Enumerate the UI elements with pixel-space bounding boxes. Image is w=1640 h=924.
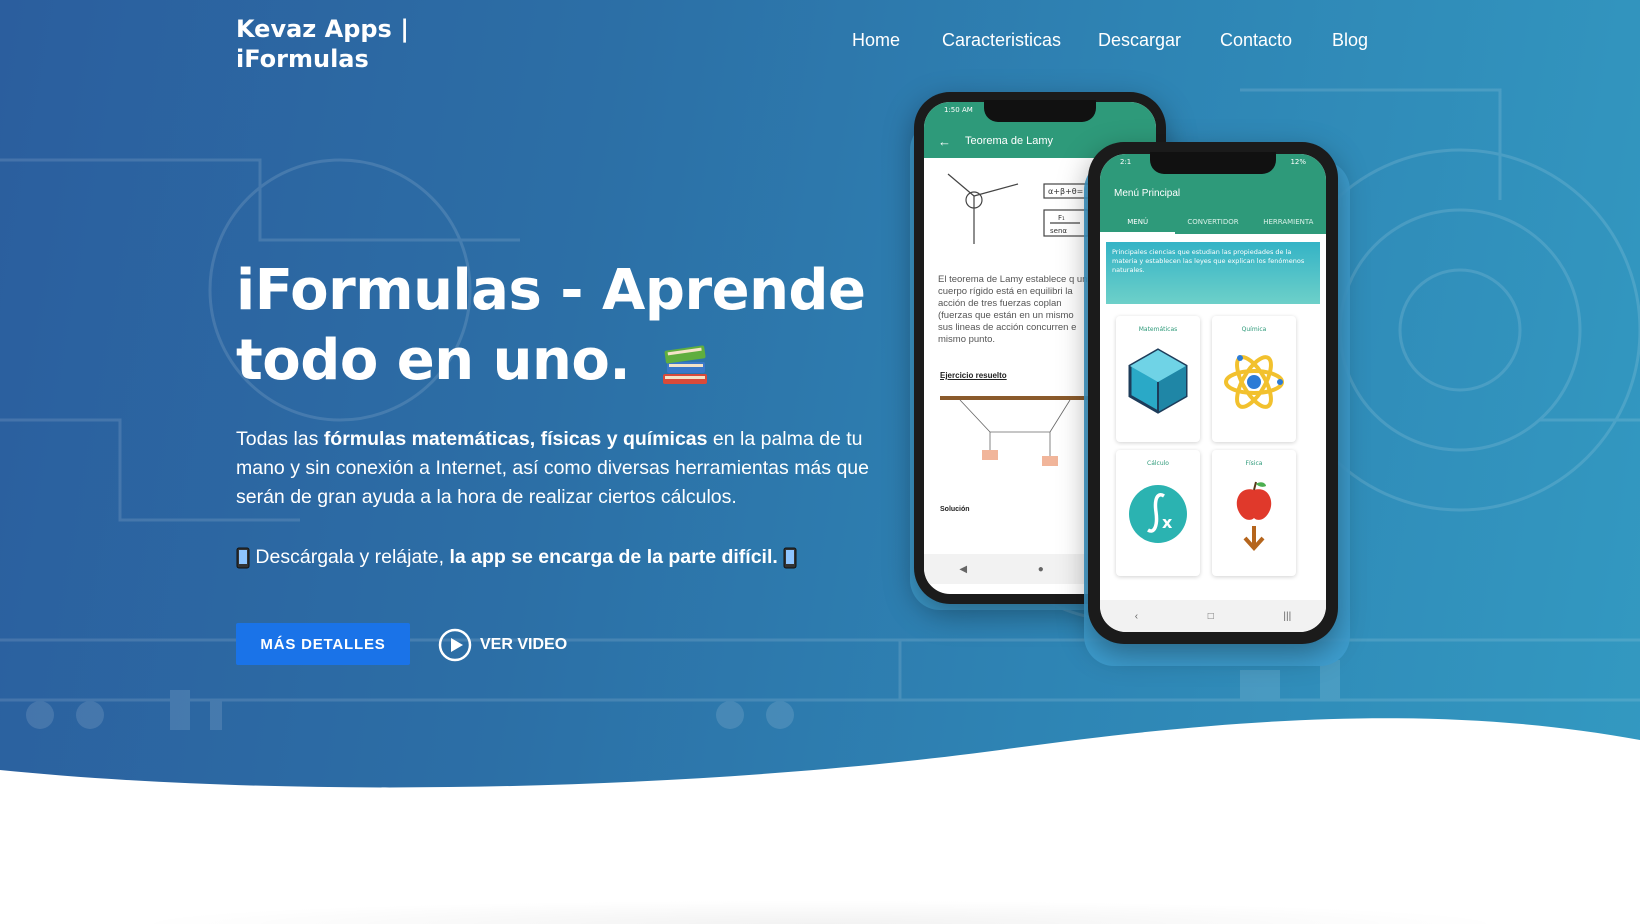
watch-video-label: VER VIDEO: [480, 636, 568, 653]
nav-descargar[interactable]: Descargar: [1098, 30, 1181, 51]
tab-herramienta[interactable]: HERRAMIENTA: [1251, 210, 1326, 234]
hero-wave-divider: [0, 718, 1640, 800]
phone-front-appbar: Menú Principal: [1100, 176, 1326, 210]
phone-front-navbar: ‹ □ |||: [1100, 600, 1326, 632]
atom-icon: [1224, 355, 1284, 409]
desc-text-1: Todas las: [236, 428, 324, 450]
tagline-bold: la app se encarga de la parte difícil.: [449, 546, 778, 568]
back-arrow-icon: ←: [938, 133, 951, 149]
phone-front-tabs: MENÚ CONVERTIDOR HERRAMIENTA: [1100, 210, 1326, 234]
phone-front-title: Menú Principal: [1114, 187, 1181, 199]
phone-back-title: Teorema de Lamy: [965, 135, 1054, 147]
more-details-button[interactable]: MÁS DETALLES: [236, 623, 410, 665]
hero-tagline: Descárgala y relájate, la app se encarga…: [236, 544, 886, 570]
card-quimica-label: Química: [1241, 326, 1267, 333]
front-status-left: 2:1: [1120, 158, 1132, 166]
books-icon: [663, 345, 708, 384]
nav-home[interactable]: Home: [852, 30, 900, 51]
desc-bold: fórmulas matemáticas, físicas y químicas: [323, 428, 708, 450]
headline-line-2: todo en uno.: [236, 328, 631, 393]
nav-blog[interactable]: Blog: [1332, 30, 1368, 51]
front-nav-recent-icon: |||: [1283, 610, 1292, 622]
mobile-phone-icon-end: [783, 547, 797, 569]
tab-menu[interactable]: MENÚ: [1100, 210, 1176, 234]
background-circuit-pattern: [0, 88, 1640, 730]
formula-sum: α+β+θ=: [1048, 187, 1083, 196]
status-time: 1:50 AM: [944, 106, 973, 114]
hero-description: Todas las fórmulas matemáticas, físicas …: [236, 425, 886, 512]
phone-front-screen: 2:1 12% Menú Principal MENÚ CONVERTIDOR …: [1100, 154, 1326, 632]
nav-contacto[interactable]: Contacto: [1220, 30, 1292, 51]
card-calculo-label: Cálculo: [1147, 460, 1169, 467]
headline-line-1: iFormulas - Aprende: [236, 258, 866, 323]
phone-front-notch: [1150, 152, 1276, 174]
front-nav-back-icon: ‹: [1134, 610, 1139, 622]
integral-icon: x: [1129, 485, 1187, 543]
nav-back-icon: ◀: [959, 563, 968, 575]
hero-headline: iFormulas - Aprende todo en uno.: [236, 256, 876, 396]
tab-convertidor[interactable]: CONVERTIDOR: [1175, 210, 1250, 234]
card-quimica[interactable]: Química: [1212, 316, 1296, 442]
apple-gravity-icon: [1236, 481, 1272, 551]
science-banner: Principales ciencias que estudian las pr…: [1106, 242, 1320, 304]
phone-back-notch: [984, 100, 1096, 122]
watch-video-button[interactable]: VER VIDEO: [438, 627, 567, 663]
hero-section: Kevaz Apps | iFormulas Home Caracteristi…: [0, 0, 1640, 800]
front-nav-home-icon: □: [1207, 610, 1214, 622]
nav-home-icon: ●: [1037, 563, 1044, 575]
card-matematicas-label: Matemáticas: [1138, 326, 1178, 333]
exercise-title: Ejercicio resuelto: [940, 371, 1007, 380]
exercise-diagram: [940, 396, 1090, 466]
section-shadow: [120, 900, 1520, 924]
mobile-phone-icon: [236, 547, 250, 569]
phone-front: 2:1 12% Menú Principal MENÚ CONVERTIDOR …: [1088, 142, 1338, 644]
play-circle-icon: [438, 628, 472, 662]
lamy-paragraph: El teorema de Lamy establece q un cuerpo…: [938, 274, 1088, 345]
tagline-text: Descárgala y relájate,: [255, 546, 450, 568]
solution-title: Solución: [940, 506, 970, 513]
main-nav: Home Caracteristicas Descargar Contacto …: [0, 30, 1640, 56]
card-matematicas[interactable]: Matemáticas: [1116, 316, 1200, 442]
card-fisica-label: Física: [1245, 460, 1263, 467]
cube-icon: [1128, 348, 1188, 414]
front-status-right: 12%: [1290, 158, 1306, 166]
integral-x: x: [1162, 513, 1173, 532]
nav-caracteristicas[interactable]: Caracteristicas: [942, 30, 1061, 51]
card-fisica[interactable]: Física: [1212, 450, 1296, 576]
formula-frac-num: F₁: [1058, 214, 1065, 222]
card-calculo[interactable]: Cálculo x: [1116, 450, 1200, 576]
formula-frac-den: senα: [1050, 227, 1067, 235]
